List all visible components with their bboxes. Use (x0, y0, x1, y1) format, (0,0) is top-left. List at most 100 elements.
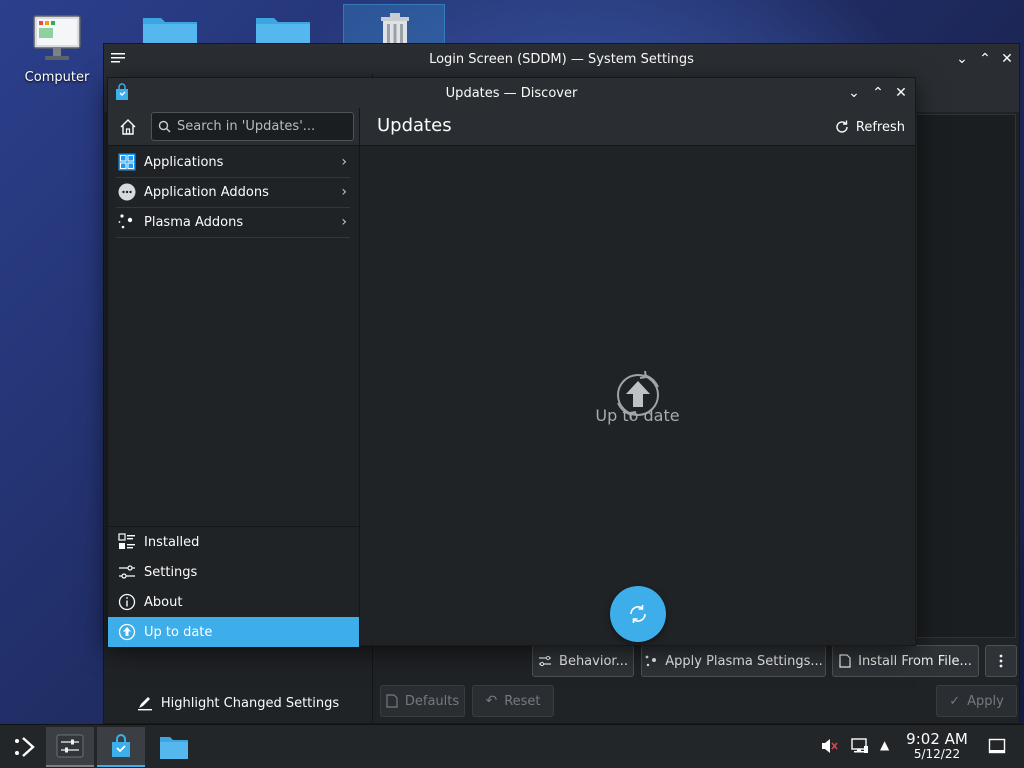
folder-icon (143, 18, 197, 44)
document-icon (386, 694, 398, 708)
sidebar-item-settings[interactable]: Settings (108, 557, 359, 587)
applications-icon (118, 153, 136, 171)
page-title: Updates (377, 115, 452, 136)
file-icon (839, 654, 851, 668)
discover-app-icon (113, 83, 131, 105)
reset-label: Reset (504, 693, 541, 709)
search-placeholder: Search in 'Updates'... (177, 119, 316, 134)
apply-plasma-label: Apply Plasma Settings... (665, 653, 823, 669)
plasma-addons-icon (118, 213, 136, 231)
sliders-icon (539, 655, 552, 667)
apply-label: Apply (967, 693, 1004, 709)
pencil-icon (137, 697, 152, 711)
reset-button[interactable]: ↶ Reset (472, 685, 554, 717)
install-from-file-label: Install From File... (858, 653, 972, 669)
addons-icon (118, 183, 136, 201)
check-updates-fab[interactable] (610, 586, 666, 642)
maximize-icon[interactable]: ⌃ (976, 50, 994, 68)
chevron-right-icon: › (341, 184, 347, 200)
show-desktop-icon[interactable] (988, 737, 1006, 759)
minimize-icon[interactable]: ⌄ (953, 50, 971, 68)
sidebar-item-about[interactable]: About (108, 587, 359, 617)
digital-clock[interactable]: 9:02 AM 5/12/22 (900, 731, 974, 761)
behavior-button[interactable]: Behavior... (532, 645, 634, 677)
close-icon[interactable]: ✕ (998, 50, 1016, 68)
folder-icon (256, 18, 310, 44)
taskbar-system-settings[interactable] (46, 727, 94, 767)
refresh-icon (836, 120, 848, 133)
kebab-menu-icon (999, 654, 1003, 668)
window-menu-icon[interactable] (110, 50, 126, 70)
desktop-icon-computer[interactable]: Computer (22, 14, 92, 85)
settings-preview-area (916, 114, 1016, 638)
discover-icon (112, 734, 130, 757)
sidebar-item-label: Applications (144, 154, 224, 170)
updates-content: Updates Refresh Up to date (360, 108, 915, 645)
sidebar-item-label: Application Addons (144, 184, 269, 200)
window-title: Login Screen (SDDM) — System Settings (429, 51, 694, 67)
sidebar-item-label: About (144, 594, 183, 610)
desktop-trash-selected[interactable] (343, 4, 445, 47)
discover-close-icon[interactable]: ✕ (892, 84, 910, 102)
settings-sliders-icon (118, 563, 136, 581)
folder-icon (160, 737, 188, 759)
refresh-button[interactable]: Refresh (834, 114, 905, 140)
discover-minimize-icon[interactable]: ⌄ (845, 84, 863, 102)
apply-plasma-settings-button[interactable]: Apply Plasma Settings... (641, 645, 826, 677)
sidebar-item-applications[interactable]: Applications › (108, 147, 359, 177)
home-icon (120, 119, 136, 135)
desktop-folder-icon[interactable] (141, 12, 199, 44)
clock-date: 5/12/22 (913, 746, 961, 761)
sidebar-item-installed[interactable]: Installed (108, 527, 359, 557)
highlight-changed-settings-label: Highlight Changed Settings (160, 695, 340, 711)
sidebar-item-label: Installed (144, 534, 200, 550)
search-input[interactable]: Search in 'Updates'... (151, 112, 354, 141)
system-settings-icon (56, 734, 84, 758)
discover-window: Updates — Discover ⌄ ⌃ ✕ Search in 'Upda… (107, 77, 916, 647)
computer-icon (33, 15, 81, 60)
plasma-icon (645, 655, 657, 667)
sidebar-item-label: Settings (144, 564, 198, 580)
installed-icon (118, 533, 136, 551)
taskbar: ▲ 9:02 AM 5/12/22 (0, 724, 1024, 768)
undo-icon: ↶ (485, 693, 498, 709)
sidebar-item-label: Plasma Addons (144, 214, 244, 230)
sidebar-item-application-addons[interactable]: Application Addons › (108, 177, 359, 207)
taskbar-discover[interactable] (97, 727, 145, 767)
discover-sidebar: Search in 'Updates'... Applications › Ap… (108, 108, 360, 647)
home-button[interactable] (119, 118, 137, 140)
application-launcher[interactable] (0, 727, 48, 767)
sidebar-item-plasma-addons[interactable]: Plasma Addons › (108, 207, 359, 237)
trash-icon (381, 13, 409, 47)
status-message: Up to date (595, 406, 680, 425)
search-icon (158, 120, 171, 133)
update-arrow-icon (118, 623, 136, 641)
discover-titlebar[interactable]: Updates — Discover ⌄ ⌃ ✕ (108, 78, 915, 108)
clock-time: 9:02 AM (906, 730, 968, 748)
divider (116, 237, 350, 238)
highlight-changed-settings-button[interactable]: Highlight Changed Settings (104, 682, 372, 724)
info-icon (118, 593, 136, 611)
sidebar-item-label: Up to date (144, 624, 213, 640)
defaults-label: Defaults (404, 693, 460, 709)
more-options-button[interactable] (985, 645, 1017, 677)
discover-window-title: Updates — Discover (445, 85, 578, 101)
content-header: Updates Refresh (360, 108, 915, 146)
apply-button[interactable]: ✓ Apply (936, 685, 1017, 717)
defaults-button[interactable]: Defaults (380, 685, 465, 717)
chevron-right-icon: › (341, 214, 347, 230)
system-tray-expand-icon[interactable]: ▲ (880, 738, 889, 752)
network-icon[interactable] (851, 737, 869, 759)
desktop-folder-icon-2[interactable] (254, 12, 312, 44)
sidebar-item-up-to-date[interactable]: Up to date (108, 617, 359, 647)
chevron-right-icon: › (341, 154, 347, 170)
taskbar-file-manager[interactable] (150, 727, 198, 767)
install-from-file-button[interactable]: Install From File... (832, 645, 979, 677)
discover-maximize-icon[interactable]: ⌃ (869, 84, 887, 102)
behavior-label: Behavior... (559, 653, 628, 669)
desktop-icon-label: Computer (24, 70, 90, 85)
system-settings-titlebar[interactable]: Login Screen (SDDM) — System Settings ⌄ … (104, 44, 1019, 74)
refresh-label: Refresh (855, 119, 905, 135)
launcher-icon (15, 737, 35, 757)
volume-muted-icon[interactable] (820, 737, 838, 759)
